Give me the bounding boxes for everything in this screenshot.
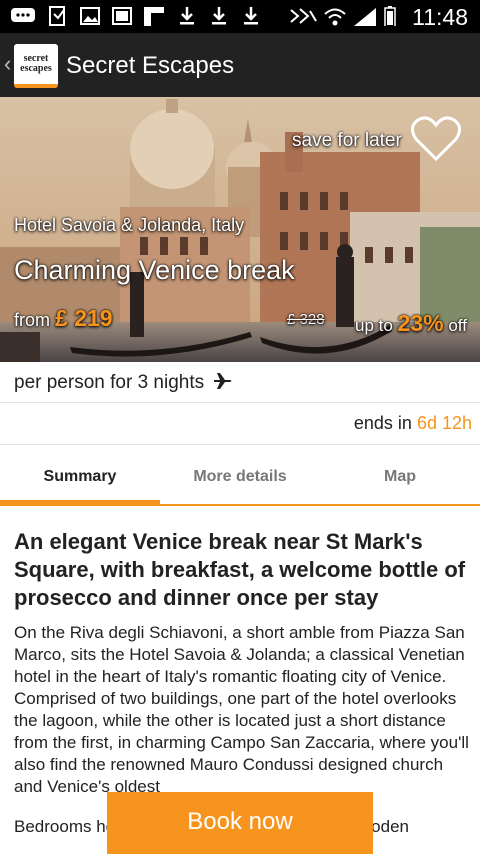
heart-icon[interactable] [410,115,462,163]
tab-map[interactable]: Map [320,468,480,486]
gallery-icon [112,7,132,25]
book-now-button[interactable]: Book now [107,792,373,854]
from-label: from [14,310,50,330]
chat-icon [11,8,35,22]
ends-label: ends in [353,413,412,433]
was-price: £ 328 [287,311,325,328]
app-logo[interactable]: secret escapes [14,44,58,88]
download-icon [244,7,258,25]
wifi-icon [324,8,346,26]
discount-label: up to 23% off [355,310,467,337]
hero-image[interactable]: save for later Hotel Savoia & Jolanda, I… [0,97,480,362]
download-icon [212,7,226,25]
document-icon [49,6,65,26]
image-icon [80,7,100,25]
clock: 11:48 [412,4,468,30]
save-for-later-label[interactable]: save for later [292,130,402,152]
status-bar: 11:48 [0,0,480,33]
upto-label: up to [355,316,393,335]
summary-heading: An elegant Venice break near St Mark's S… [14,529,466,610]
tab-more-details[interactable]: More details [160,468,320,486]
action-bar: ‹ secret escapes Secret Escapes [0,33,480,97]
offer-headline: Charming Venice break [14,255,295,285]
hotel-name: Hotel Savoia & Jolanda, Italy [14,215,245,235]
flipboard-icon [144,7,164,26]
summary-paragraph: On the Riva degli Schiavoni, a short amb… [14,623,469,796]
back-chevron-icon[interactable]: ‹ [4,51,11,77]
nfc-icon [290,8,317,24]
tab-bar: Summary More details Map [0,446,480,506]
ends-value: 6d 12h [416,413,472,433]
divider [0,444,480,445]
active-tab-indicator [0,500,160,506]
per-person-info: per person for 3 nights [14,372,233,394]
signal-icon [354,8,376,26]
from-price: from £ 219 [14,305,113,332]
offer-ends: ends in 6d 12h [354,413,472,434]
tab-summary[interactable]: Summary [0,468,160,486]
price-value: £ 219 [55,305,113,331]
discount-value: 23% [397,310,444,336]
logo-line: escapes [20,63,52,74]
download-icon [180,7,194,25]
divider [0,402,480,403]
per-person-label: per person for 3 nights [14,372,205,393]
airplane-icon [214,373,232,389]
app-title: Secret Escapes [66,52,235,79]
off-label: off [448,316,467,335]
battery-icon [384,6,396,26]
